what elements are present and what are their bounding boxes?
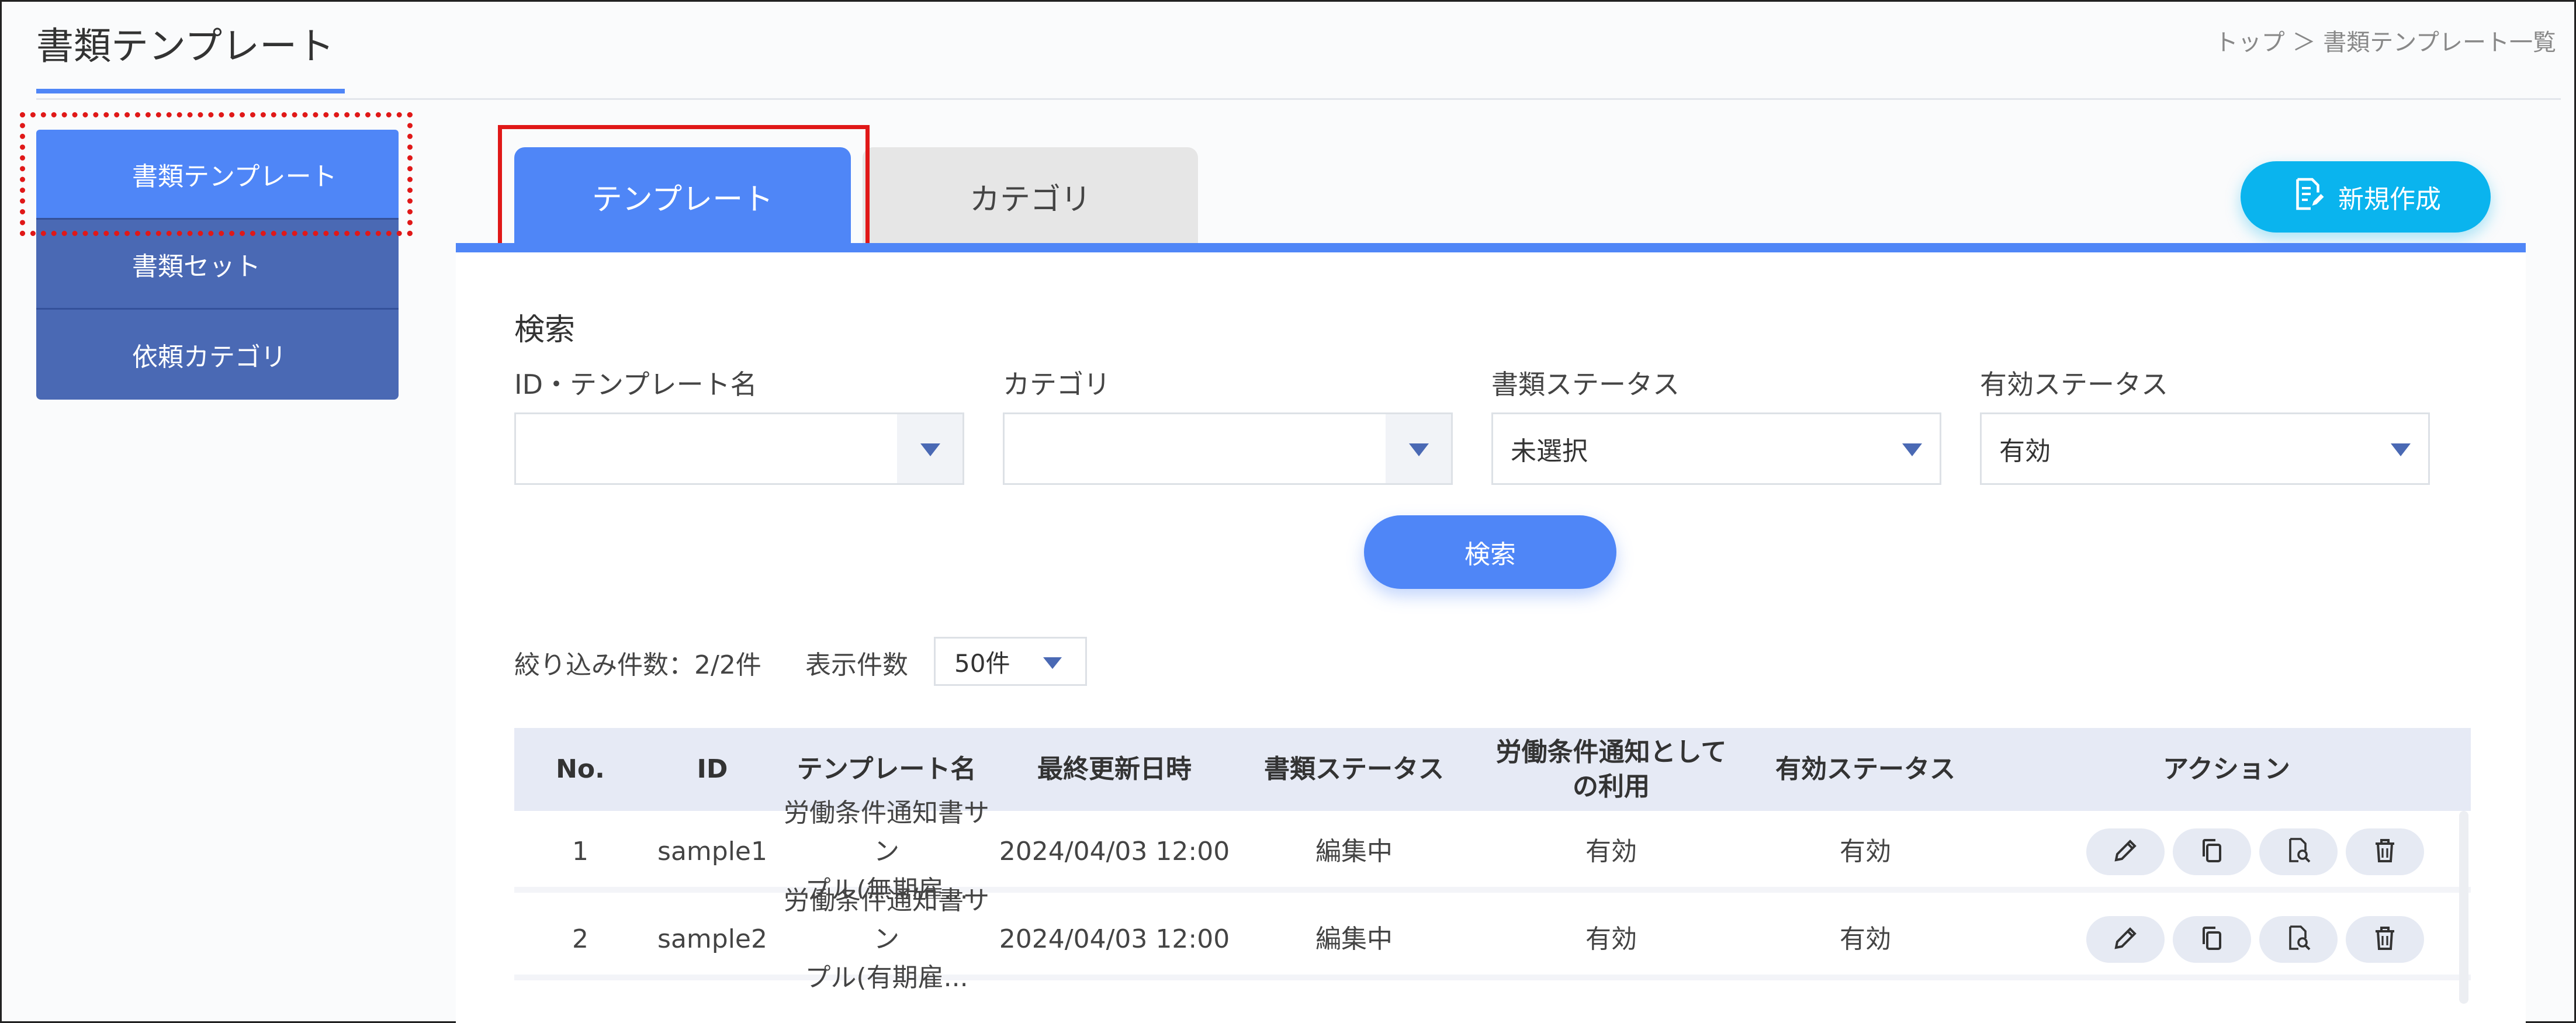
cell-template-name: 労働条件通知書サン プル(無期雇... — [784, 798, 989, 905]
page-title: 書類テンプレート — [36, 25, 335, 68]
preview-button[interactable] — [2259, 916, 2338, 963]
document-status-select[interactable]: 未選択 — [1491, 412, 1941, 485]
column-header-id: ID — [697, 754, 728, 785]
column-header-updated: 最終更新日時 — [1037, 754, 1192, 785]
chevron-down-icon — [1902, 443, 1922, 456]
search-button-label: 検索 — [1464, 540, 1516, 570]
sidebar-item-request-categories[interactable]: 依頼カテゴリ — [36, 310, 399, 400]
id-template-name-label: ID・テンプレート名 — [514, 369, 757, 400]
cell-template-name: 労働条件通知書サン プル(有期雇... — [784, 886, 989, 993]
cell-labor-notice-use: 有効 — [1585, 837, 1637, 866]
cell-id: sample2 — [657, 924, 767, 954]
search-button[interactable]: 検索 — [1364, 515, 1616, 589]
id-template-name-combobox[interactable] — [514, 412, 964, 485]
panel-top-bar — [456, 243, 2526, 252]
cell-document-status: 編集中 — [1315, 837, 1393, 866]
active-status-select[interactable]: 有効 — [1980, 412, 2430, 485]
document-edit-icon — [2290, 176, 2325, 218]
trash-icon — [2371, 837, 2399, 867]
cell-active-status: 有効 — [1840, 924, 1891, 954]
cell-no: 1 — [572, 837, 588, 866]
edit-pencil-icon — [2111, 837, 2139, 867]
cell-labor-notice-use: 有効 — [1585, 924, 1637, 954]
filter-count: 絞り込み件数：2/2件 — [514, 650, 761, 680]
table-scrollbar[interactable] — [2459, 811, 2468, 1004]
copy-icon — [2198, 837, 2226, 867]
cell-updated: 2024/04/03 12:00 — [999, 837, 1230, 866]
cell-updated: 2024/04/03 12:00 — [999, 924, 1230, 954]
tab-category[interactable]: カテゴリ — [863, 147, 1198, 245]
edit-button[interactable] — [2086, 916, 2165, 963]
new-create-button[interactable]: 新規作成 — [2241, 161, 2491, 233]
sidebar-item-label: 依頼カテゴリ — [132, 342, 286, 372]
new-create-label: 新規作成 — [2338, 185, 2441, 214]
column-header-no: No. — [556, 754, 605, 785]
dropdown-toggle[interactable] — [1386, 414, 1451, 483]
search-section-title: 検索 — [514, 313, 576, 348]
active-status-label: 有効ステータス — [1980, 369, 2168, 400]
column-header-document-status: 書類ステータス — [1264, 754, 1444, 785]
chevron-down-icon — [1409, 443, 1429, 456]
copy-button[interactable] — [2173, 916, 2251, 963]
header-divider — [36, 98, 2561, 100]
preview-button[interactable] — [2259, 828, 2338, 875]
title-underline — [36, 89, 345, 93]
field-value: 有効 — [1999, 436, 2051, 466]
preview-magnify-icon — [2284, 837, 2312, 867]
tab-label: カテゴリ — [969, 182, 1091, 217]
preview-magnify-icon — [2284, 924, 2312, 955]
trash-icon — [2371, 924, 2399, 955]
table-row: 1 sample1 労働条件通知書サン プル(無期雇... 2024/04/03… — [514, 798, 2471, 905]
chevron-down-icon — [2391, 443, 2411, 456]
chevron-down-icon — [920, 443, 940, 456]
column-header-labor-notice-use: 労働条件通知として の利用 — [1495, 737, 1727, 802]
cell-document-status: 編集中 — [1315, 924, 1393, 954]
table-row: 2 sample2 労働条件通知書サン プル(有期雇... 2024/04/03… — [514, 886, 2471, 993]
field-value: 未選択 — [1511, 436, 1588, 466]
sidebar-item-label: 書類セット — [132, 251, 261, 282]
edit-pencil-icon — [2111, 924, 2139, 955]
cell-id: sample1 — [657, 837, 767, 866]
breadcrumb[interactable]: トップ ＞ 書類テンプレート一覧 — [2215, 23, 2556, 57]
cell-active-status: 有効 — [1840, 837, 1891, 866]
category-label: カテゴリ — [1003, 369, 1110, 400]
display-count-select[interactable]: 50件 — [934, 637, 1087, 686]
cell-no: 2 — [572, 924, 588, 954]
copy-icon — [2198, 924, 2226, 955]
column-header-active-status: 有効ステータス — [1775, 754, 1955, 785]
chevron-down-icon — [1043, 657, 1062, 669]
edit-button[interactable] — [2086, 828, 2165, 875]
display-count-label: 表示件数 — [805, 650, 908, 680]
delete-button[interactable] — [2346, 916, 2424, 963]
column-header-actions: アクション — [2163, 754, 2290, 785]
dropdown-toggle[interactable] — [897, 414, 962, 483]
copy-button[interactable] — [2173, 828, 2251, 875]
display-count-value: 50件 — [954, 649, 1010, 678]
document-status-label: 書類ステータス — [1491, 369, 1680, 400]
category-combobox[interactable] — [1003, 412, 1453, 485]
delete-button[interactable] — [2346, 828, 2424, 875]
sidebar-highlight-box — [20, 112, 413, 236]
